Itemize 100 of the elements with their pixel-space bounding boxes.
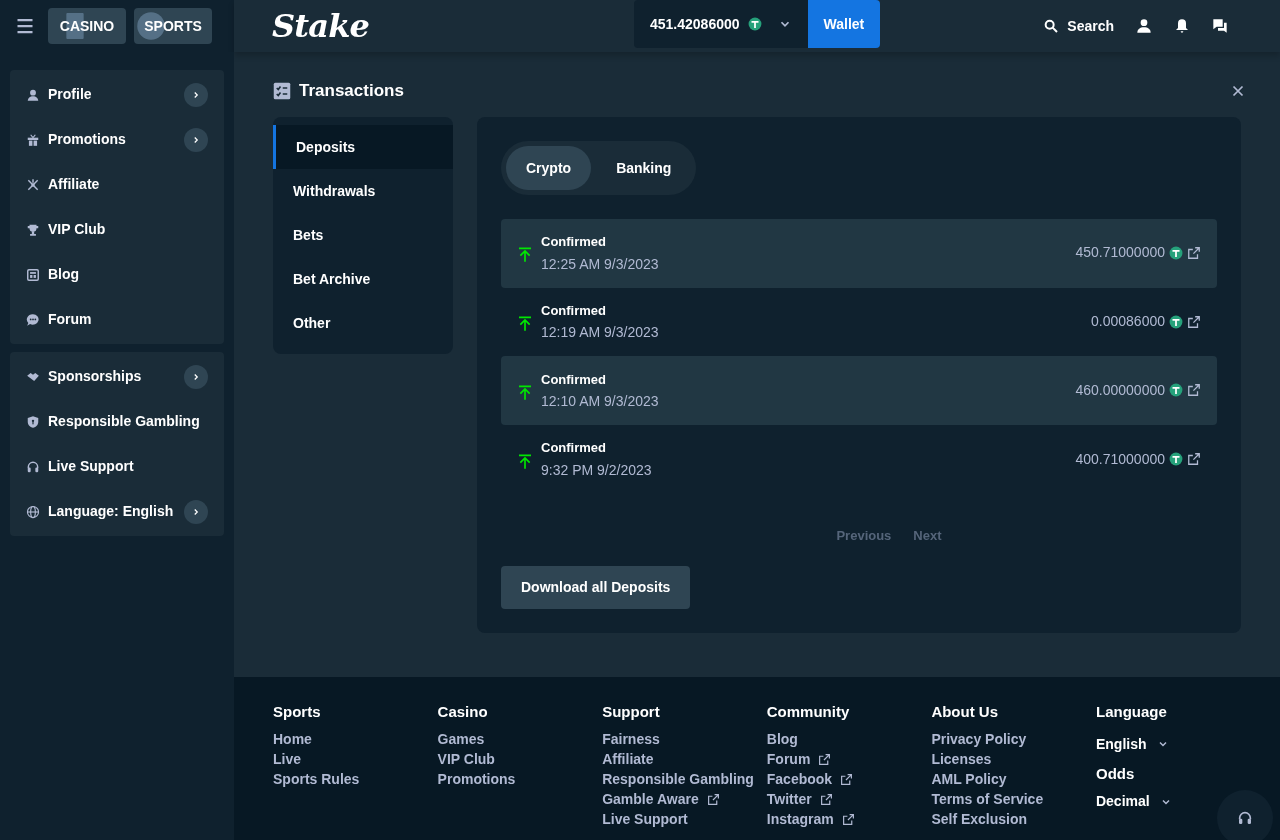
transaction-time: 12:19 AM 9/3/2023 [541,323,659,343]
chat-bubble-icon [26,312,40,327]
sports-tab[interactable]: SPORTS [134,8,212,44]
tether-icon [1169,383,1183,398]
footer-link[interactable]: Instagram [766,809,932,830]
transaction-amount: 460.00000000 [1075,380,1165,400]
sidebar-item[interactable]: Live Support [10,444,224,489]
footer-link[interactable]: Licenses [931,749,1096,770]
upload-arrow-icon [517,383,533,402]
external-link-icon[interactable] [1187,245,1201,260]
balance-selector[interactable]: 451.42086000 [634,0,808,48]
category-tab[interactable]: Bet Archive [273,257,453,301]
footer-heading: Community [766,702,851,722]
footer-link[interactable]: Gamble Aware [602,789,767,810]
odds-heading: Odds [1095,763,1136,784]
sidebar-item[interactable]: Forum [10,297,224,342]
external-link-icon [840,773,854,786]
user-icon [26,87,40,102]
language-heading: Language [1095,702,1168,722]
footer-link[interactable]: Live Support [602,809,767,830]
external-link-icon [706,793,720,806]
external-link-icon[interactable] [1187,452,1201,467]
language-dropdown[interactable]: English [1095,733,1172,755]
wallet-button[interactable]: Wallet [807,0,881,48]
gift-icon [26,132,40,147]
search-button[interactable]: Search [1043,15,1114,37]
external-link-icon[interactable] [1187,383,1201,398]
sidebar-item[interactable]: Profile [10,72,224,117]
category-tab[interactable]: Bets [273,213,453,257]
transaction-amount: 450.71000000 [1075,243,1165,263]
sidebar-item[interactable]: Affiliate [10,162,224,207]
category-tab[interactable]: Deposits [273,125,453,169]
transaction-time: 12:10 AM 9/3/2023 [541,392,659,412]
transaction-row[interactable]: Confirmed 9:32 PM 9/2/2023 400.71000000 [501,425,1217,494]
footer-link[interactable]: Home [273,729,438,750]
close-icon[interactable] [1232,85,1244,97]
checklist-icon [273,82,291,100]
trophy-icon [26,222,40,237]
category-tab[interactable]: Withdrawals [273,169,453,213]
sidebar-item[interactable]: Promotions [10,117,224,162]
upload-arrow-icon [517,246,533,265]
menu-icon[interactable] [16,17,34,35]
footer-link[interactable]: AML Policy [931,769,1096,790]
search-icon [1043,18,1060,34]
transaction-time: 12:25 AM 9/3/2023 [541,254,659,274]
sidebar-item[interactable]: Sponsorships [10,354,224,399]
external-link-icon[interactable] [1187,314,1201,329]
footer-link[interactable]: Sports Rules [273,769,438,790]
tether-icon [747,17,762,31]
tether-icon [1169,452,1183,467]
sidebar-item[interactable]: Language: English [10,489,224,534]
transaction-status: Confirmed [541,233,607,252]
footer-link[interactable]: Twitter [766,789,932,810]
footer-link[interactable]: Facebook [766,769,932,790]
footer-link[interactable]: Fairness [602,729,767,750]
footer-link[interactable]: Affiliate [602,749,767,770]
tether-icon [1169,314,1183,329]
footer-link[interactable]: Blog [766,729,932,750]
headset-icon [1237,810,1253,826]
user-icon[interactable] [1136,18,1152,34]
globe-icon [26,504,40,519]
footer-link[interactable]: Games [437,729,603,750]
footer-link[interactable]: VIP Club [437,749,603,770]
footer-link[interactable]: Terms of Service [931,789,1096,810]
transaction-row[interactable]: Confirmed 12:25 AM 9/3/2023 450.71000000 [501,219,1217,288]
stake-logo[interactable]: Stake [272,2,634,50]
transaction-row[interactable]: Confirmed 12:19 AM 9/3/2023 0.00086000 [501,287,1217,357]
footer-link[interactable]: Responsible Gambling [602,769,767,790]
footer-link[interactable]: Live [273,749,438,770]
footer-link[interactable]: Privacy Policy [931,729,1096,750]
toggle-option[interactable]: Banking [596,146,692,190]
sidebar-item[interactable]: Responsible Gambling [10,399,224,444]
footer-heading: About Us [931,702,1000,722]
page-title: Transactions [299,80,404,103]
download-button[interactable]: Download all Deposits [501,566,691,610]
headset-icon [26,459,40,474]
sidebar-item[interactable]: Blog [10,252,224,297]
transaction-time: 9:32 PM 9/2/2023 [541,460,652,480]
external-link-icon [819,793,833,806]
category-tab[interactable]: Other [273,301,453,345]
transaction-row[interactable]: Confirmed 12:10 AM 9/3/2023 460.00000000 [501,356,1217,426]
casino-tab[interactable]: CASINO [48,8,126,44]
upload-arrow-icon [517,452,533,471]
footer-link[interactable]: Self Exclusion [931,809,1096,830]
footer-link[interactable]: Promotions [437,769,603,790]
transaction-status: Confirmed [541,370,607,389]
footer-link[interactable]: Forum [766,749,932,770]
newspaper-icon [26,267,40,282]
transaction-amount: 400.71000000 [1075,449,1165,469]
bell-icon[interactable] [1174,18,1190,34]
chat-icon[interactable] [1212,18,1228,34]
network-icon [26,177,40,192]
sidebar-item[interactable]: VIP Club [10,207,224,252]
footer-heading: Casino [437,702,489,722]
external-link-icon [818,753,832,766]
toggle-option[interactable]: Crypto [506,146,592,190]
upload-arrow-icon [517,315,533,334]
shield-icon [26,414,40,429]
odds-dropdown[interactable]: Decimal [1095,791,1172,812]
transaction-status: Confirmed [541,439,607,458]
